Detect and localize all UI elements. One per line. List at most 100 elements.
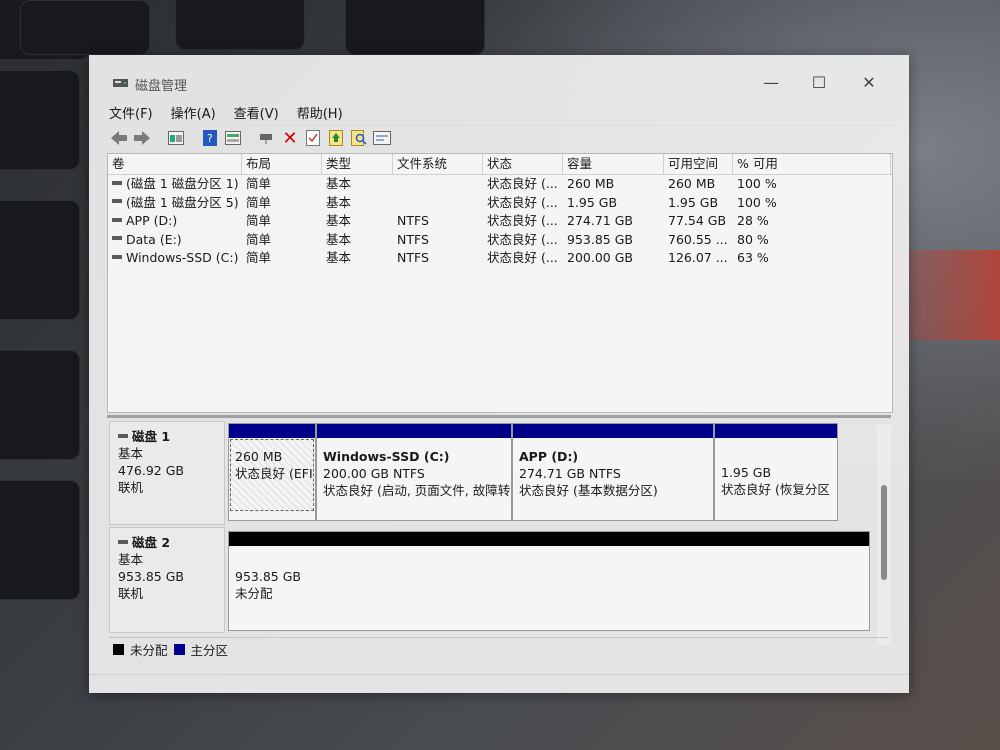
legend-label-primary: 主分区 <box>190 642 229 658</box>
menu-bar: 文件(F) 操作(A) 查看(V) 帮助(H) <box>109 103 343 125</box>
volume-percent-free: 80 % <box>737 231 769 247</box>
column-header-filesystem[interactable]: 文件系统 <box>393 154 483 174</box>
check-icon[interactable] <box>303 128 323 148</box>
column-header-status[interactable]: 状态 <box>483 154 563 174</box>
disk-type: 基本 <box>118 552 144 567</box>
minimize-button[interactable]: — <box>751 71 791 95</box>
drive-icon <box>112 236 122 240</box>
menu-action[interactable]: 操作(A) <box>171 103 216 125</box>
partition-efi[interactable]: 260 MB 状态良好 (EFI <box>228 423 316 521</box>
column-header-layout[interactable]: 布局 <box>242 154 322 174</box>
volume-row[interactable]: (磁盘 1 磁盘分区 5) 简单 基本 状态良好 (... 1.95 GB 1.… <box>108 194 892 213</box>
back-icon[interactable] <box>109 128 129 148</box>
partition-name: Windows-SSD (C:) <box>323 449 450 464</box>
drive-icon <box>112 180 122 185</box>
search-icon[interactable] <box>349 128 369 148</box>
volume-type: 基本 <box>326 213 352 228</box>
disk-management-icon <box>113 79 128 87</box>
volume-name: Data (E:) <box>126 231 182 247</box>
partition-status: 未分配 <box>235 586 273 601</box>
disk-icon <box>118 433 128 438</box>
volume-type: 基本 <box>326 250 352 265</box>
column-header-type[interactable]: 类型 <box>322 154 393 174</box>
drive-icon <box>112 199 122 203</box>
disk-status: 联机 <box>118 586 144 601</box>
column-header-free-space[interactable]: 可用空间 <box>664 154 733 174</box>
partition-size: 1.95 GB <box>721 465 772 480</box>
help-icon[interactable]: ? <box>200 128 220 148</box>
disk-2-label[interactable]: 磁盘 2 基本 953.85 GB 联机 <box>109 527 225 633</box>
disk-size: 953.85 GB <box>118 569 184 584</box>
scrollbar-thumb[interactable] <box>881 485 887 580</box>
partition-unallocated[interactable]: 953.85 GB 未分配 <box>228 531 870 631</box>
partition-status: 状态良好 (恢复分区 <box>721 482 830 497</box>
legend: 未分配 主分区 <box>109 637 889 660</box>
volume-name: APP (D:) <box>126 213 178 228</box>
partition-bar <box>715 424 837 438</box>
settings-icon[interactable] <box>372 128 392 148</box>
volume-capacity: 200.00 GB <box>567 250 633 265</box>
volume-percent-free: 28 % <box>737 213 769 228</box>
volume-filesystem: NTFS <box>397 231 429 247</box>
disk-size: 476.92 GB <box>118 463 184 478</box>
import-icon[interactable] <box>326 128 346 148</box>
properties-icon[interactable] <box>223 128 243 148</box>
disk-graphical-view: 磁盘 1 基本 476.92 GB 联机 260 MB 状态良好 (EFI Wi… <box>107 415 891 683</box>
volume-row[interactable]: (磁盘 1 磁盘分区 1) 简单 基本 状态良好 (... 260 MB 260… <box>108 175 892 194</box>
volume-layout: 简单 <box>246 213 272 228</box>
drive-icon <box>112 254 122 259</box>
keyboard-key <box>175 0 305 50</box>
volume-free-space: 77.54 GB <box>668 213 727 228</box>
legend-swatch-primary <box>173 643 185 655</box>
volume-free-space: 1.95 GB <box>668 194 719 210</box>
partition-status: 状态良好 (EFI <box>235 466 313 481</box>
volume-name: (磁盘 1 磁盘分区 5) <box>126 194 239 210</box>
volume-capacity: 260 MB <box>567 176 615 191</box>
partition-status: 状态良好 (启动, 页面文件, 故障转 <box>323 483 511 498</box>
close-button[interactable]: ✕ <box>849 71 889 95</box>
forward-icon[interactable] <box>132 128 152 148</box>
disk-management-window: 磁盘管理 — ☐ ✕ 文件(F) 操作(A) 查看(V) 帮助(H) ? ✕ 卷… <box>89 55 909 693</box>
delete-icon[interactable]: ✕ <box>280 128 300 149</box>
disk-icon <box>118 539 128 544</box>
partition-app-d[interactable]: APP (D:) 274.71 GB NTFS 状态良好 (基本数据分区) <box>512 423 714 521</box>
maximize-button[interactable]: ☐ <box>799 71 839 95</box>
vertical-scrollbar[interactable] <box>877 425 891 645</box>
connect-icon[interactable] <box>257 128 277 148</box>
keyboard-key <box>0 70 80 170</box>
menu-help[interactable]: 帮助(H) <box>297 103 343 125</box>
partition-recovery[interactable]: 1.95 GB 状态良好 (恢复分区 <box>714 423 838 521</box>
toolbar: ? ✕ <box>109 125 897 150</box>
volume-layout: 简单 <box>246 176 272 191</box>
volume-capacity: 1.95 GB <box>567 194 618 210</box>
volume-row[interactable]: Data (E:) 简单 基本 NTFS 状态良好 (... 953.85 GB… <box>108 231 892 250</box>
disk-list-icon[interactable] <box>166 128 186 148</box>
partition-windows-ssd-c[interactable]: Windows-SSD (C:) 200.00 GB NTFS 状态良好 (启动… <box>316 423 512 521</box>
title-bar: 磁盘管理 — ☐ ✕ <box>89 55 909 105</box>
volume-percent-free: 100 % <box>737 176 777 191</box>
partition-size: 274.71 GB NTFS <box>519 466 621 481</box>
column-header-capacity[interactable]: 容量 <box>563 154 664 174</box>
partition-size: 260 MB <box>235 449 283 464</box>
column-header-volume[interactable]: 卷 <box>108 154 242 174</box>
pane-splitter[interactable] <box>107 415 891 418</box>
partition-size: 200.00 GB NTFS <box>323 466 425 481</box>
volume-layout: 简单 <box>246 231 272 247</box>
volume-row[interactable]: APP (D:) 简单 基本 NTFS 状态良好 (... 274.71 GB … <box>108 212 892 231</box>
menu-file[interactable]: 文件(F) <box>109 103 153 125</box>
keyboard-key <box>345 0 485 55</box>
menu-view[interactable]: 查看(V) <box>234 103 279 125</box>
volume-status: 状态良好 (... <box>487 231 558 247</box>
status-bar <box>89 674 909 693</box>
partition-size: 953.85 GB <box>235 569 301 584</box>
volume-row[interactable]: Windows-SSD (C:) 简单 基本 NTFS 状态良好 (... 20… <box>108 249 892 268</box>
volume-type: 基本 <box>326 176 352 191</box>
volume-filesystem: NTFS <box>397 250 429 265</box>
keyboard-key <box>20 0 150 55</box>
keyboard-key <box>0 480 80 600</box>
volume-list: 卷 布局 类型 文件系统 状态 容量 可用空间 % 可用 (磁盘 1 磁盘分区 … <box>107 153 893 413</box>
partition-bar <box>229 532 869 546</box>
volume-free-space: 260 MB <box>668 176 716 191</box>
column-header-percent-free[interactable]: % 可用 <box>733 154 891 174</box>
disk-1-label[interactable]: 磁盘 1 基本 476.92 GB 联机 <box>109 421 225 525</box>
